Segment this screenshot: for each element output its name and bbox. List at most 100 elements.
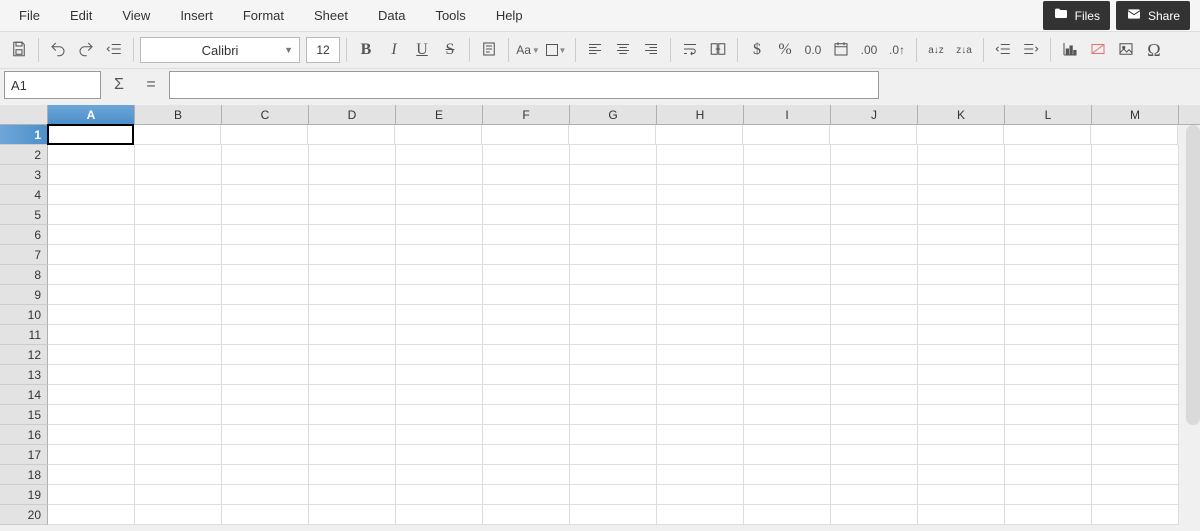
row-header-17[interactable]: 17 — [0, 445, 48, 465]
cell-L3[interactable] — [1005, 165, 1092, 185]
cell-area[interactable] — [48, 125, 1179, 525]
cell-F14[interactable] — [483, 385, 570, 405]
cell-H15[interactable] — [657, 405, 744, 425]
cell-B6[interactable] — [135, 225, 222, 245]
cell-A9[interactable] — [48, 285, 135, 305]
formula-input[interactable] — [169, 71, 879, 99]
cell-B10[interactable] — [135, 305, 222, 325]
cell-E13[interactable] — [396, 365, 483, 385]
menu-insert[interactable]: Insert — [165, 2, 228, 29]
row-header-12[interactable]: 12 — [0, 345, 48, 365]
cell-A7[interactable] — [48, 245, 135, 265]
cell-A4[interactable] — [48, 185, 135, 205]
cell-J7[interactable] — [831, 245, 918, 265]
cell-I1[interactable] — [743, 125, 830, 145]
cell-A17[interactable] — [48, 445, 135, 465]
cell-C2[interactable] — [222, 145, 309, 165]
cell-E6[interactable] — [396, 225, 483, 245]
cell-J18[interactable] — [831, 465, 918, 485]
cell-K3[interactable] — [918, 165, 1005, 185]
cell-H1[interactable] — [656, 125, 743, 145]
cell-E14[interactable] — [396, 385, 483, 405]
cell-C12[interactable] — [222, 345, 309, 365]
cell-B1[interactable] — [134, 125, 221, 145]
menu-tools[interactable]: Tools — [420, 2, 480, 29]
redo-button[interactable] — [73, 37, 99, 63]
cell-E10[interactable] — [396, 305, 483, 325]
cell-C4[interactable] — [222, 185, 309, 205]
column-header-l[interactable]: L — [1005, 105, 1092, 124]
cell-A1[interactable] — [47, 124, 134, 145]
cell-M5[interactable] — [1092, 205, 1179, 225]
cell-E11[interactable] — [396, 325, 483, 345]
cell-E18[interactable] — [396, 465, 483, 485]
italic-button[interactable]: I — [381, 37, 407, 63]
cell-E8[interactable] — [396, 265, 483, 285]
cell-E1[interactable] — [395, 125, 482, 145]
cell-J5[interactable] — [831, 205, 918, 225]
cell-D16[interactable] — [309, 425, 396, 445]
cell-M11[interactable] — [1092, 325, 1179, 345]
column-header-d[interactable]: D — [309, 105, 396, 124]
cell-L8[interactable] — [1005, 265, 1092, 285]
date-format-button[interactable] — [828, 37, 854, 63]
cell-K13[interactable] — [918, 365, 1005, 385]
cell-H4[interactable] — [657, 185, 744, 205]
column-header-h[interactable]: H — [657, 105, 744, 124]
share-button[interactable]: Share — [1116, 1, 1190, 30]
menu-help[interactable]: Help — [481, 2, 538, 29]
font-name-select[interactable]: Calibri ▼ — [140, 37, 300, 63]
cell-E16[interactable] — [396, 425, 483, 445]
cell-I18[interactable] — [744, 465, 831, 485]
cell-J19[interactable] — [831, 485, 918, 505]
cell-K15[interactable] — [918, 405, 1005, 425]
cell-D9[interactable] — [309, 285, 396, 305]
paragraph-button[interactable] — [476, 37, 502, 63]
cell-H18[interactable] — [657, 465, 744, 485]
cell-M6[interactable] — [1092, 225, 1179, 245]
cell-G12[interactable] — [570, 345, 657, 365]
cell-M15[interactable] — [1092, 405, 1179, 425]
cell-C1[interactable] — [221, 125, 308, 145]
cell-G13[interactable] — [570, 365, 657, 385]
cell-B15[interactable] — [135, 405, 222, 425]
cell-D12[interactable] — [309, 345, 396, 365]
row-header-10[interactable]: 10 — [0, 305, 48, 325]
cell-L19[interactable] — [1005, 485, 1092, 505]
cell-K14[interactable] — [918, 385, 1005, 405]
row-header-3[interactable]: 3 — [0, 165, 48, 185]
cell-D3[interactable] — [309, 165, 396, 185]
row-header-1[interactable]: 1 — [0, 125, 48, 145]
cell-D13[interactable] — [309, 365, 396, 385]
bold-button[interactable]: B — [353, 37, 379, 63]
cell-A8[interactable] — [48, 265, 135, 285]
cell-K8[interactable] — [918, 265, 1005, 285]
cell-I15[interactable] — [744, 405, 831, 425]
cell-B11[interactable] — [135, 325, 222, 345]
vertical-scrollbar[interactable] — [1186, 125, 1200, 425]
cell-B3[interactable] — [135, 165, 222, 185]
cell-K10[interactable] — [918, 305, 1005, 325]
cell-F16[interactable] — [483, 425, 570, 445]
cell-F5[interactable] — [483, 205, 570, 225]
row-header-13[interactable]: 13 — [0, 365, 48, 385]
cell-L11[interactable] — [1005, 325, 1092, 345]
cell-J16[interactable] — [831, 425, 918, 445]
cell-F11[interactable] — [483, 325, 570, 345]
cell-G7[interactable] — [570, 245, 657, 265]
cell-G10[interactable] — [570, 305, 657, 325]
cell-F15[interactable] — [483, 405, 570, 425]
cell-A5[interactable] — [48, 205, 135, 225]
cell-J4[interactable] — [831, 185, 918, 205]
cell-M4[interactable] — [1092, 185, 1179, 205]
cell-D7[interactable] — [309, 245, 396, 265]
cell-I8[interactable] — [744, 265, 831, 285]
cell-B16[interactable] — [135, 425, 222, 445]
cell-G4[interactable] — [570, 185, 657, 205]
cell-M2[interactable] — [1092, 145, 1179, 165]
symbol-button[interactable]: Ω — [1141, 37, 1167, 63]
cell-M10[interactable] — [1092, 305, 1179, 325]
cell-K16[interactable] — [918, 425, 1005, 445]
function-wizard-button[interactable]: Σ — [105, 71, 133, 99]
cell-H3[interactable] — [657, 165, 744, 185]
